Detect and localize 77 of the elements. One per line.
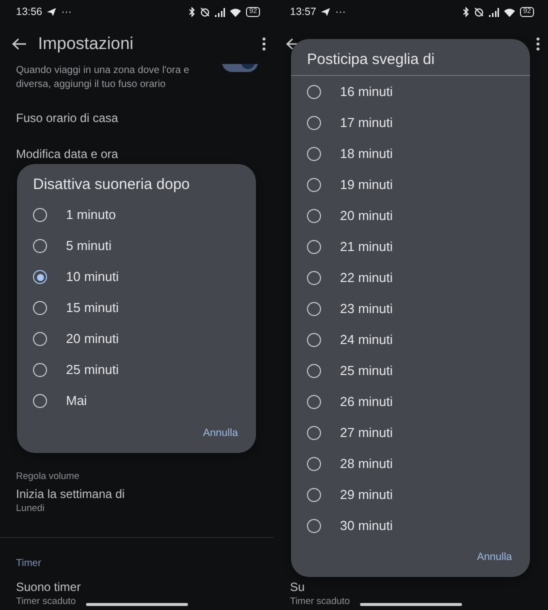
setting-value: Regola volume — [16, 470, 80, 483]
option-label[interactable]: 26 minuti — [340, 392, 393, 410]
radio-button[interactable] — [307, 332, 321, 346]
option-label[interactable]: 18 minuti — [340, 144, 393, 162]
signal-icon — [489, 8, 500, 16]
radio-button[interactable] — [33, 270, 47, 284]
send-icon — [321, 8, 330, 16]
option-label[interactable]: 29 minuti — [340, 486, 393, 504]
bluetooth-icon — [189, 7, 196, 17]
option-label[interactable]: 16 minuti — [340, 82, 393, 100]
option-label[interactable]: 1 minuto — [66, 206, 116, 224]
option-label[interactable]: 5 minuti — [66, 237, 112, 255]
cancel-button[interactable]: Annulla — [474, 547, 514, 567]
option-label[interactable]: 23 minuti — [340, 300, 393, 318]
setting-title[interactable]: Su — [290, 578, 305, 594]
dialog-title: Disattiva suoneria dopo — [32, 174, 191, 194]
radio-button[interactable] — [307, 302, 321, 316]
wifi-icon — [504, 8, 516, 16]
back-arrow-icon[interactable] — [12, 38, 26, 50]
radio-button[interactable] — [307, 178, 321, 192]
radio-button[interactable] — [33, 332, 47, 346]
setting-description: Quando viaggi in una zona dove l'ora e diversa, aggiungi il tuo fuso orario — [16, 64, 190, 92]
cancel-button[interactable]: Annulla — [200, 422, 240, 442]
setting-title[interactable]: Modifica data e ora — [16, 146, 118, 162]
section-header: Timer — [15, 557, 42, 571]
option-label[interactable]: Mai — [66, 392, 87, 410]
overflow-dots: ··· — [61, 6, 72, 18]
setting-value: Lunedi — [16, 502, 45, 514]
setting-value: Timer scaduto — [290, 594, 350, 608]
clock-time: 13:56 — [16, 6, 42, 18]
dialog-title: Posticipa sveglia di — [306, 50, 436, 70]
radio-button[interactable] — [33, 208, 47, 222]
option-label[interactable]: 17 minuti — [340, 114, 393, 132]
bluetooth-icon — [463, 7, 470, 17]
setting-value: Timer scaduto — [16, 594, 76, 608]
radio-button[interactable] — [307, 84, 321, 98]
option-label[interactable]: 19 minuti — [340, 176, 393, 194]
option-label[interactable]: 27 minuti — [340, 424, 393, 442]
clock-time: 13:57 — [290, 6, 316, 18]
option-label[interactable]: 21 minuti — [340, 238, 393, 256]
option-label[interactable]: 30 minuti — [340, 516, 393, 534]
radio-button[interactable] — [307, 146, 321, 160]
option-label[interactable]: 22 minuti — [340, 268, 393, 286]
overflow-dots: ··· — [335, 6, 346, 18]
send-icon — [47, 8, 56, 16]
signal-icon — [215, 8, 226, 16]
radio-button[interactable] — [33, 239, 47, 253]
option-label[interactable]: 20 minuti — [340, 206, 393, 224]
radio-button[interactable] — [307, 518, 321, 532]
screen-title: Impostazioni — [38, 34, 134, 54]
setting-title[interactable]: Suono timer — [16, 578, 81, 594]
radio-button[interactable] — [33, 301, 47, 315]
option-label[interactable]: 24 minuti — [340, 330, 393, 348]
radio-button[interactable] — [307, 488, 321, 502]
option-label[interactable]: 15 minuti — [66, 299, 119, 317]
more-options-icon[interactable] — [536, 37, 540, 51]
radio-button[interactable] — [307, 394, 321, 408]
radio-button[interactable] — [307, 364, 321, 378]
option-label[interactable]: 25 minuti — [66, 361, 119, 379]
radio-button[interactable] — [307, 240, 321, 254]
radio-button[interactable] — [33, 394, 47, 408]
radio-button[interactable] — [307, 456, 321, 470]
option-label[interactable]: 28 minuti — [340, 454, 393, 472]
option-label[interactable]: 25 minuti — [340, 362, 393, 380]
more-options-icon[interactable] — [262, 37, 266, 51]
setting-title[interactable]: Fuso orario di casa — [16, 110, 118, 126]
alarm-off-icon — [474, 7, 484, 17]
alarm-off-icon — [200, 7, 210, 17]
radio-button[interactable] — [307, 208, 321, 222]
radio-button[interactable] — [307, 270, 321, 284]
radio-button[interactable] — [33, 363, 47, 377]
option-label[interactable]: 20 minuti — [66, 330, 119, 348]
setting-title[interactable]: Inizia la settimana di — [16, 486, 125, 502]
radio-button[interactable] — [307, 116, 321, 130]
radio-button[interactable] — [307, 426, 321, 440]
wifi-icon — [230, 8, 242, 16]
option-label[interactable]: 10 minuti — [66, 268, 119, 286]
